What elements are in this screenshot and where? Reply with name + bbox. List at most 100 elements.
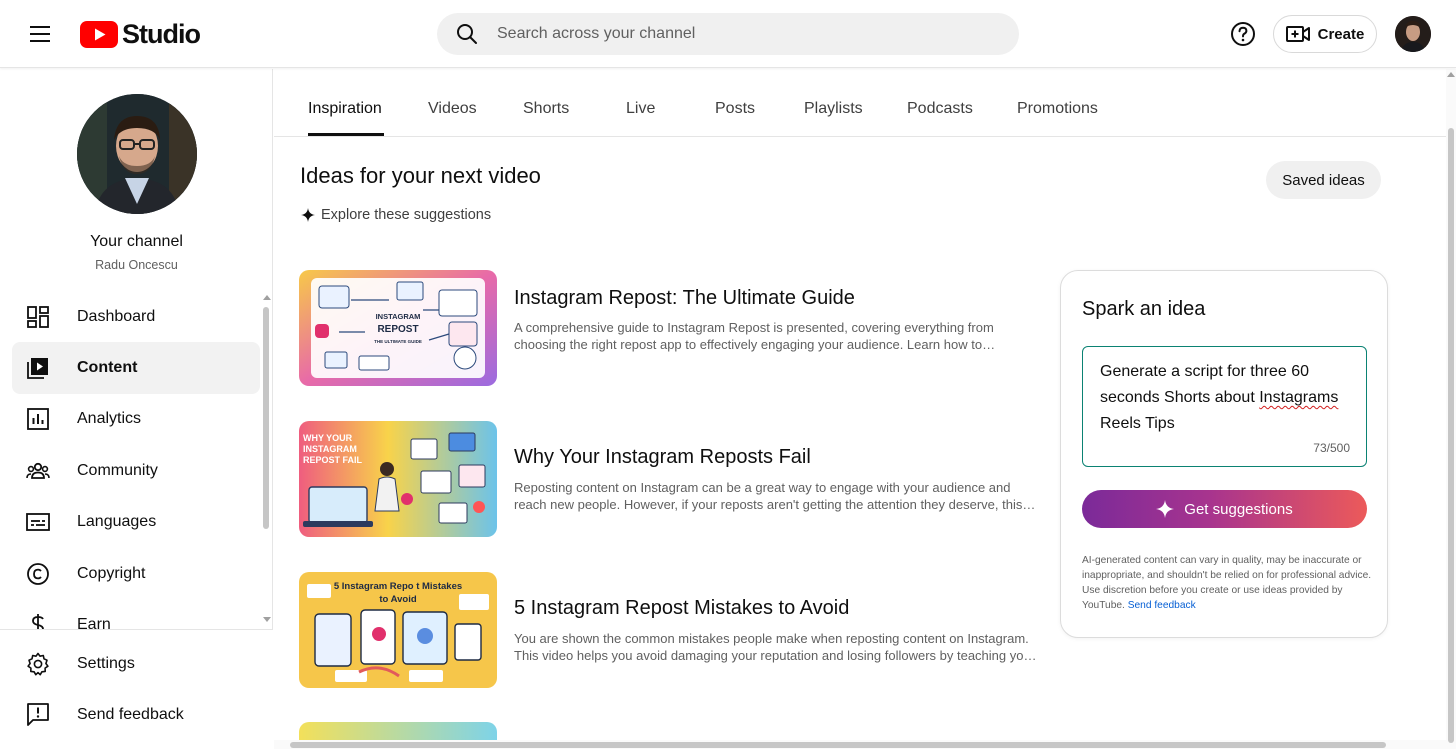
- languages-icon: [26, 510, 50, 534]
- idea-card[interactable]: INSTAGRAM REPOST THE ULTIMATE GUIDE Inst…: [299, 270, 1044, 388]
- thumb-text-2: to Avoid: [379, 594, 416, 605]
- dashboard-icon: [26, 305, 50, 329]
- idea-title[interactable]: 5 Instagram Repost Mistakes to Avoid: [514, 597, 849, 620]
- analytics-icon: [26, 407, 50, 431]
- idea-card[interactable]: [299, 722, 1044, 740]
- character-count: 73/500: [1313, 441, 1350, 455]
- thumbnail-illustration: 5 Instagram Repo t Mistakes to Avoid: [299, 572, 497, 688]
- youtube-studio-logo[interactable]: Studio: [80, 17, 201, 51]
- sidebar-item-settings[interactable]: Settings: [12, 638, 260, 689]
- create-button[interactable]: Create: [1273, 15, 1377, 53]
- sidebar-item-label: Languages: [77, 513, 157, 531]
- help-icon[interactable]: [1230, 21, 1256, 47]
- copyright-icon: [26, 562, 50, 586]
- subtitle: Explore these suggestions: [301, 207, 491, 223]
- sidebar-item-label: Copyright: [77, 564, 146, 582]
- thumb-text-3: THE ULTIMATE GUIDE: [374, 339, 422, 344]
- feedback-icon: [26, 703, 50, 727]
- content-tabs: Inspiration Videos Shorts Live Posts Pla…: [274, 69, 1446, 137]
- sidebar-scroll-down-icon[interactable]: [263, 617, 271, 622]
- search-icon[interactable]: [455, 22, 479, 46]
- sidebar-item-community[interactable]: Community: [12, 445, 260, 496]
- top-header: Studio Create: [0, 0, 1456, 68]
- sidebar-item-send-feedback[interactable]: Send feedback: [12, 689, 260, 740]
- tab-playlists[interactable]: Playlists: [804, 100, 863, 118]
- channel-title: Your channel: [90, 233, 183, 250]
- idea-title[interactable]: Instagram Repost: The Ultimate Guide: [514, 287, 855, 310]
- channel-handle: Radu Oncescu: [95, 258, 178, 272]
- idea-prompt-textarea[interactable]: Generate a script for three 60 seconds S…: [1082, 346, 1367, 467]
- spark-idea-panel: Spark an idea Generate a script for thre…: [1060, 270, 1388, 638]
- create-button-label: Create: [1317, 25, 1365, 43]
- spark-panel-title: Spark an idea: [1082, 298, 1206, 320]
- main-scrollbar[interactable]: [1448, 128, 1454, 743]
- subtitle-text: Explore these suggestions: [321, 207, 492, 223]
- sidebar-item-label: Community: [77, 461, 158, 479]
- get-suggestions-button[interactable]: Get suggestions: [1082, 490, 1367, 528]
- idea-description: A comprehensive guide to Instagram Repos…: [514, 320, 996, 352]
- active-tab-indicator: [308, 133, 384, 136]
- sidebar-scrollbar[interactable]: [263, 307, 269, 529]
- account-avatar-image: [1395, 16, 1431, 52]
- thumb-text-1: INSTAGRAM: [376, 312, 421, 321]
- thumb-text-1: WHY YOUR: [303, 433, 353, 443]
- left-sidebar: Your channel Radu Oncescu Dashboard Cont…: [0, 69, 273, 749]
- thumb-text-2: REPOST: [377, 324, 418, 335]
- sidebar-item-label: Dashboard: [77, 307, 156, 325]
- main-scroll-up-icon[interactable]: [1447, 72, 1455, 77]
- ai-disclaimer: AI-generated content can vary in quality…: [1082, 553, 1372, 613]
- tab-inspiration[interactable]: Inspiration: [308, 100, 382, 118]
- tab-live[interactable]: Live: [626, 100, 655, 118]
- sidebar-item-dashboard[interactable]: Dashboard: [12, 291, 260, 342]
- search-input[interactable]: [497, 25, 977, 43]
- tab-posts[interactable]: Posts: [715, 100, 755, 118]
- sidebar-item-label: Settings: [77, 654, 135, 672]
- thumb-text-1: 5 Instagram Repo t Mistakes: [334, 581, 462, 592]
- page-title: Ideas for your next video: [300, 163, 541, 188]
- thumbnail-illustration: WHY YOUR INSTAGRAM REPOST FAIL: [299, 421, 497, 537]
- sidebar-item-analytics[interactable]: Analytics: [12, 394, 260, 445]
- tab-podcasts[interactable]: Podcasts: [907, 100, 973, 118]
- idea-thumbnail[interactable]: 5 Instagram Repo t Mistakes to Avoid: [299, 572, 497, 688]
- saved-ideas-button[interactable]: Saved ideas: [1266, 161, 1381, 199]
- youtube-play-icon: [80, 20, 118, 48]
- tab-videos[interactable]: Videos: [428, 100, 477, 118]
- tab-shorts[interactable]: Shorts: [523, 100, 569, 118]
- search-bar[interactable]: [437, 13, 1019, 55]
- idea-thumbnail[interactable]: INSTAGRAM REPOST THE ULTIMATE GUIDE: [299, 270, 497, 386]
- sidebar-item-languages[interactable]: Languages: [12, 497, 260, 548]
- create-video-icon: [1285, 26, 1310, 42]
- sidebar-item-label: Send feedback: [77, 706, 184, 724]
- idea-title[interactable]: Why Your Instagram Reposts Fail: [514, 446, 811, 469]
- channel-avatar-image: [77, 94, 197, 214]
- thumb-text-2: INSTAGRAM: [303, 444, 357, 454]
- idea-card[interactable]: WHY YOUR INSTAGRAM REPOST FAIL Why Your …: [299, 421, 1044, 539]
- sidebar-item-label: Analytics: [77, 410, 142, 428]
- sidebar-item-copyright[interactable]: Copyright: [12, 548, 260, 599]
- idea-description: Reposting content on Instagram can be a …: [514, 480, 1036, 512]
- community-icon: [26, 459, 50, 483]
- disclaimer-text: AI-generated content can vary in quality…: [1082, 555, 1372, 611]
- prompt-text-end: Reels Tips: [1100, 415, 1175, 432]
- sparkle-icon: [1156, 500, 1175, 518]
- idea-thumbnail[interactable]: [299, 722, 497, 740]
- tab-promotions[interactable]: Promotions: [1017, 100, 1098, 118]
- prompt-misspelled-word: Instagrams: [1259, 389, 1339, 406]
- sparkle-icon: [301, 208, 315, 222]
- hamburger-menu-icon[interactable]: [22, 18, 58, 50]
- sidebar-item-content[interactable]: Content: [12, 342, 260, 394]
- idea-card[interactable]: 5 Instagram Repo t Mistakes to Avoid 5 I…: [299, 572, 1044, 690]
- send-feedback-link[interactable]: Send feedback: [1128, 600, 1196, 611]
- get-suggestions-label: Get suggestions: [1184, 500, 1293, 518]
- idea-thumbnail[interactable]: WHY YOUR INSTAGRAM REPOST FAIL: [299, 421, 497, 537]
- thumb-text-3: REPOST FAIL: [303, 455, 363, 465]
- sidebar-scroll-up-icon[interactable]: [263, 295, 271, 300]
- channel-avatar[interactable]: [77, 94, 197, 214]
- thumbnail-illustration: INSTAGRAM REPOST THE ULTIMATE GUIDE: [299, 270, 497, 386]
- account-avatar[interactable]: [1395, 16, 1431, 52]
- content-icon: [26, 356, 50, 380]
- sidebar-nav: Dashboard Content Analytics Community La…: [12, 291, 260, 651]
- thumbnail-illustration: [299, 722, 497, 740]
- horizontal-scrollbar[interactable]: [290, 742, 1386, 748]
- sidebar-item-label: Content: [77, 359, 138, 377]
